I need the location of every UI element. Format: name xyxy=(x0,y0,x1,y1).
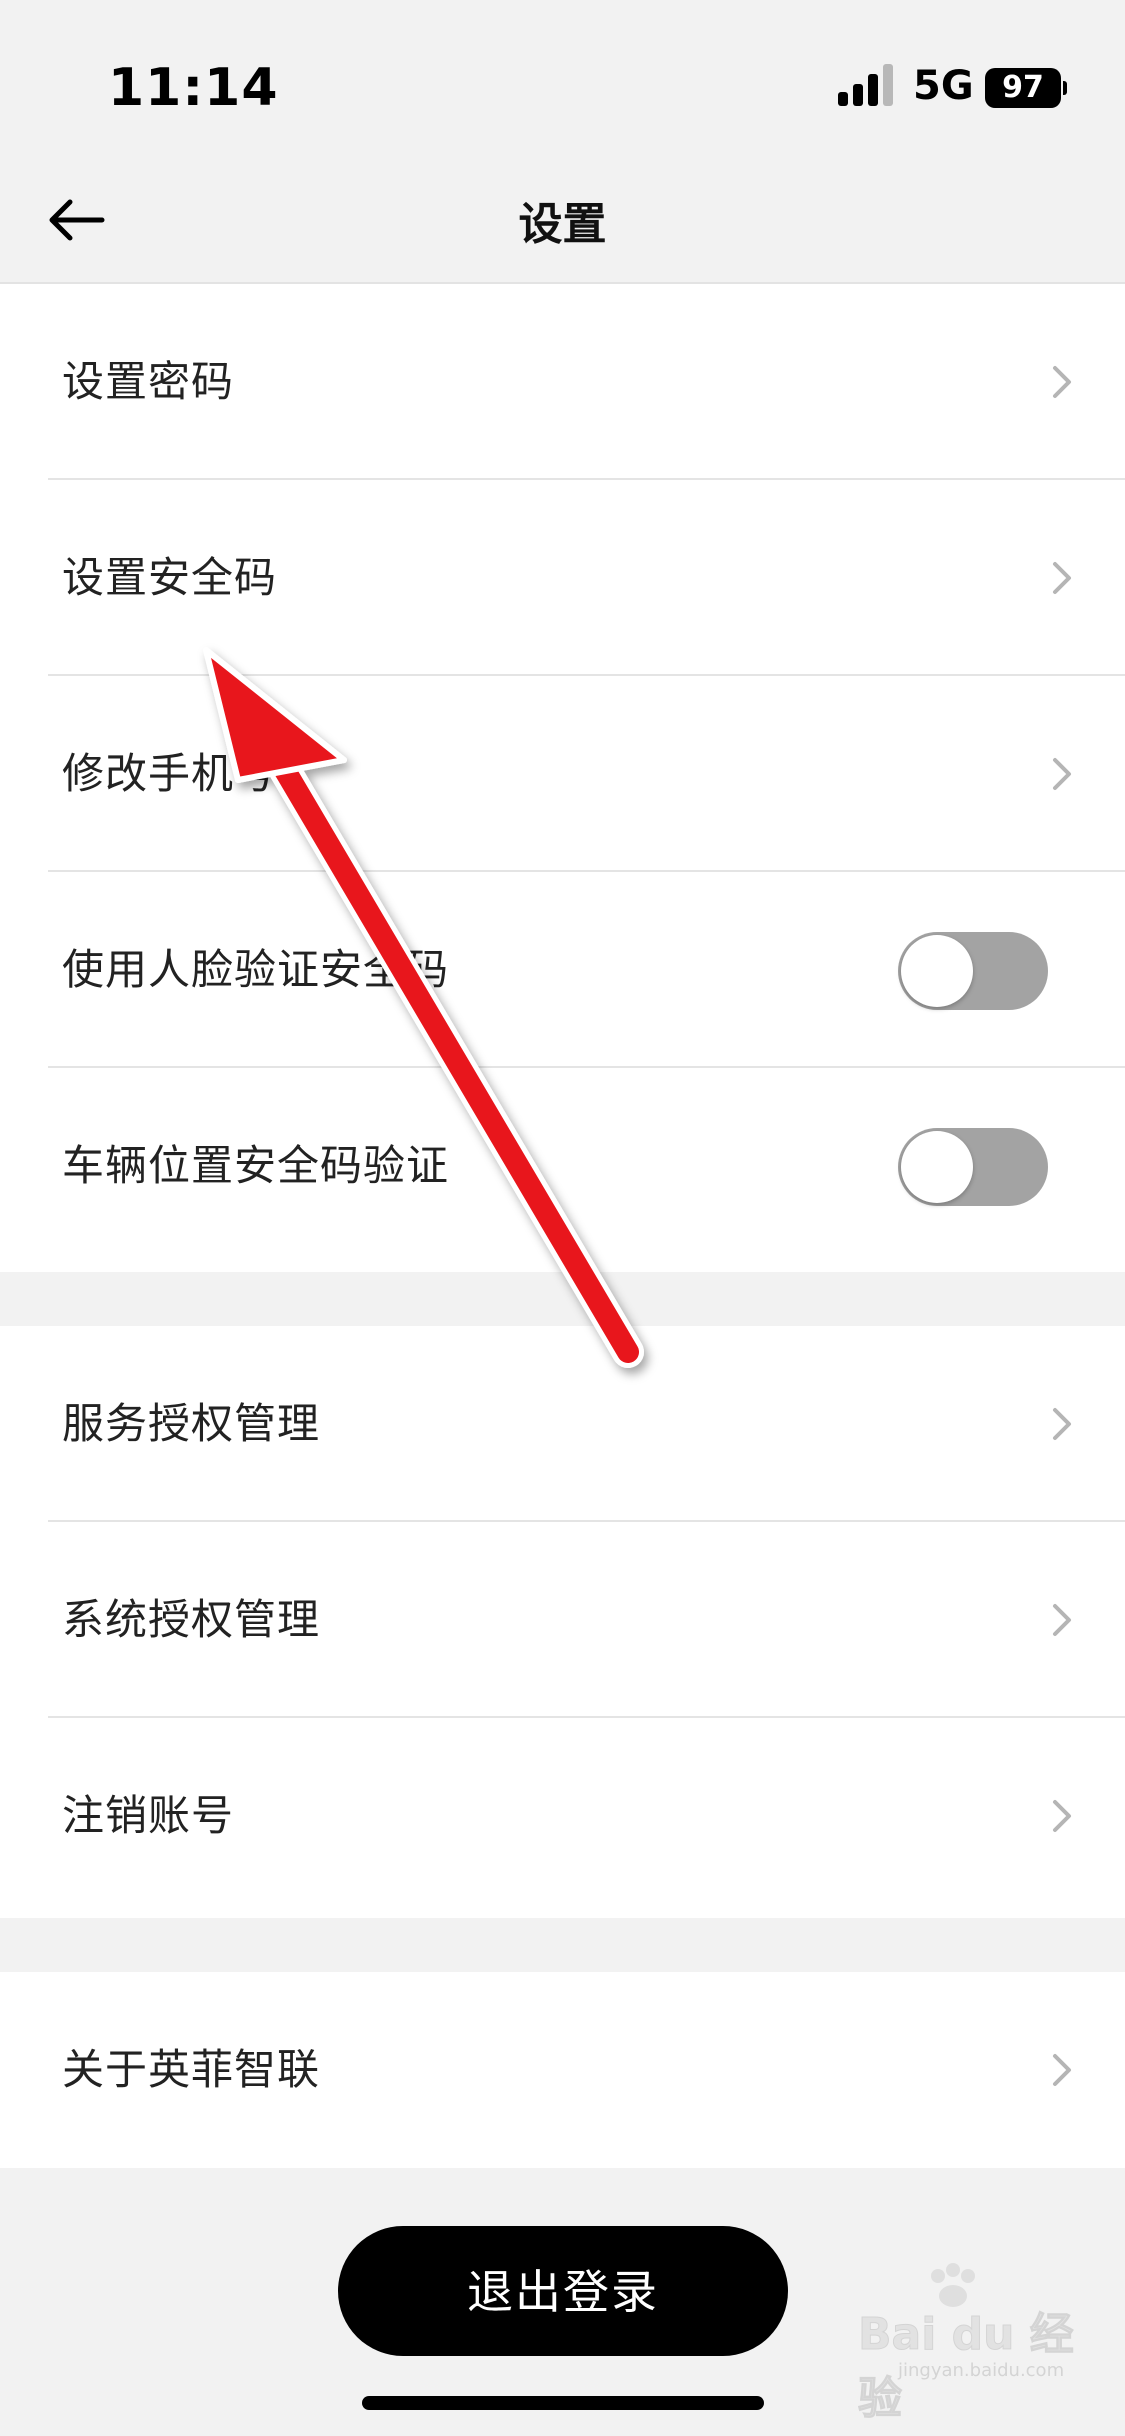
status-time: 11:14 xyxy=(108,58,279,118)
page-title: 设置 xyxy=(518,199,607,250)
row-change-phone[interactable]: 修改手机号 xyxy=(48,676,1125,872)
status-bar: 11:14 5G 97 xyxy=(0,0,1125,180)
home-indicator xyxy=(362,2396,764,2410)
row-label: 设置密码 xyxy=(62,357,235,406)
row-service-authorization[interactable]: 服务授权管理 xyxy=(48,1326,1125,1522)
network-type: 5G xyxy=(913,63,974,109)
watermark-url: jingyan.baidu.com xyxy=(898,2360,1065,2381)
row-face-verification: 使用人脸验证安全码 xyxy=(48,872,1125,1068)
vehicle-location-toggle[interactable] xyxy=(898,1128,1048,1206)
row-label: 服务授权管理 xyxy=(62,1399,321,1448)
battery-level: 97 xyxy=(985,68,1061,108)
row-label: 设置安全码 xyxy=(62,553,278,602)
chevron-right-icon xyxy=(1053,1800,1071,1832)
chevron-right-icon xyxy=(1053,1408,1071,1440)
row-set-security-code[interactable]: 设置安全码 xyxy=(48,480,1125,676)
toggle-knob xyxy=(901,1131,973,1203)
row-system-authorization[interactable]: 系统授权管理 xyxy=(48,1522,1125,1718)
row-label: 修改手机号 xyxy=(62,749,278,798)
logout-button[interactable]: 退出登录 xyxy=(338,2226,788,2356)
row-label: 关于英菲智联 xyxy=(62,2045,321,2094)
settings-group-security: 设置密码 设置安全码 修改手机号 使用人脸验证安全码 车辆位置安全码验证 xyxy=(0,284,1125,1272)
row-label: 系统授权管理 xyxy=(62,1595,321,1644)
settings-group-about: 关于英菲智联 xyxy=(0,1972,1125,2168)
signal-icon xyxy=(838,64,893,106)
row-label: 车辆位置安全码验证 xyxy=(62,1141,450,1190)
row-label: 使用人脸验证安全码 xyxy=(62,945,450,994)
toggle-knob xyxy=(901,935,973,1007)
chevron-right-icon xyxy=(1053,1604,1071,1636)
face-verification-toggle[interactable] xyxy=(898,932,1048,1010)
row-label: 注销账号 xyxy=(62,1791,235,1840)
row-about[interactable]: 关于英菲智联 xyxy=(48,1972,1125,2168)
battery-icon: 97 xyxy=(985,68,1067,108)
row-vehicle-location-verification: 车辆位置安全码验证 xyxy=(48,1068,1125,1264)
battery-tip xyxy=(1063,81,1067,95)
chevron-right-icon xyxy=(1053,562,1071,594)
row-set-password[interactable]: 设置密码 xyxy=(48,284,1125,480)
settings-group-authorization: 服务授权管理 系统授权管理 注销账号 xyxy=(0,1326,1125,1918)
nav-bar: 设置 xyxy=(0,160,1125,284)
row-cancel-account[interactable]: 注销账号 xyxy=(48,1718,1125,1914)
baidu-jingyan-watermark: Bai du 经验 jingyan.baidu.com xyxy=(858,2263,1088,2425)
chevron-right-icon xyxy=(1053,2054,1071,2086)
chevron-right-icon xyxy=(1053,758,1071,790)
settings-screen: 11:14 5G 97 设置 设置密码 设置安全码 修改手机号 使用人脸验证安全… xyxy=(0,0,1125,2436)
chevron-right-icon xyxy=(1053,366,1071,398)
